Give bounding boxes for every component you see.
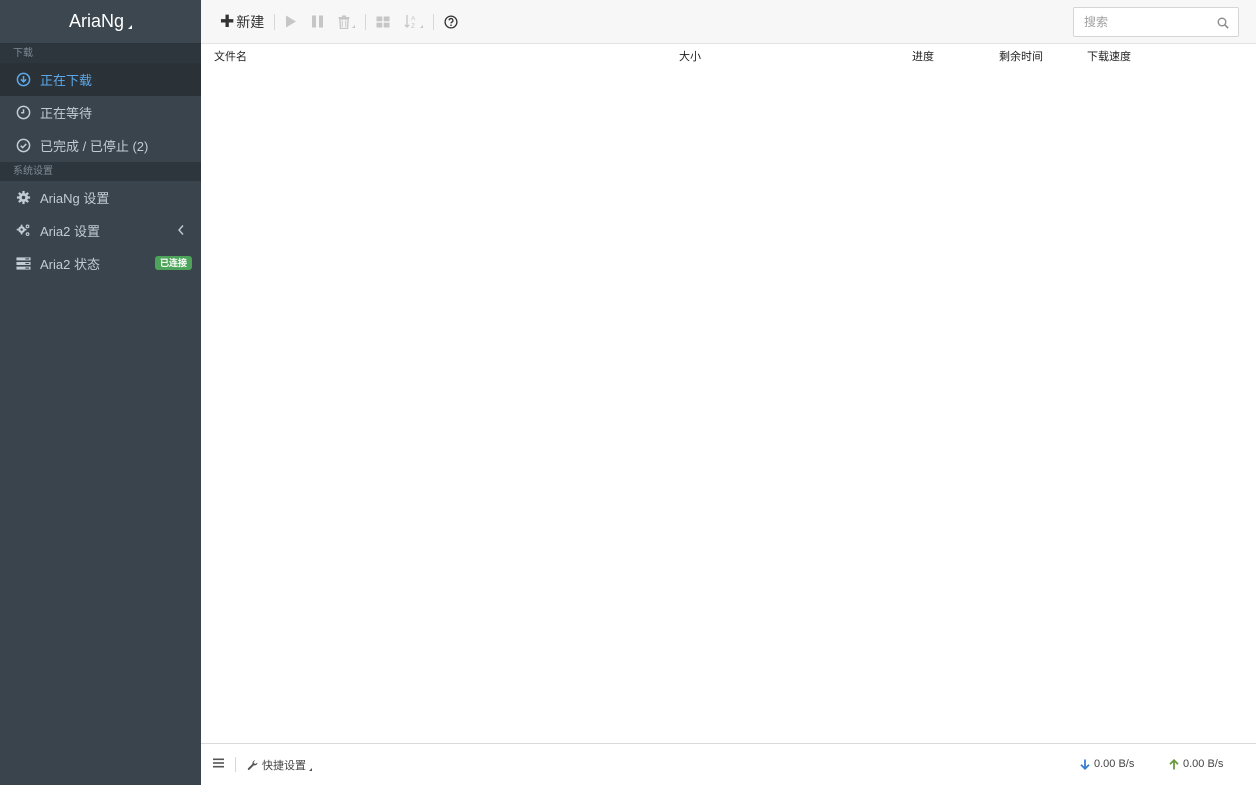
search-input[interactable] [1074,8,1204,36]
sidebar-item-stopped[interactable]: 已完成 / 已停止 (2) [0,129,201,162]
plus-icon: ✚ [220,11,235,31]
toolbar: ✚ 新建 AZ [201,0,1256,44]
download-section-header: 下载 [0,44,201,63]
column-download-speed[interactable]: 下载速度 [1087,48,1131,64]
hamburger-menu-icon[interactable] [213,758,224,771]
clock-icon [15,105,31,121]
sidebar: AriaNg 下载 正在下载 正在等待 已完成 / 已停止 (2) 系统设置 A… [0,0,201,785]
download-speed-indicator: 0.00 B/s [1080,758,1134,770]
trash-icon [338,15,350,29]
pause-icon [312,15,324,28]
wrench-icon [247,759,258,770]
brand-title: AriaNg [68,11,125,31]
task-table-header: 文件名 大小 进度 剩余时间 下载速度 [201,45,1256,65]
toolbar-divider [433,13,435,30]
chevron-left-icon[interactable] [177,224,185,239]
brand-caret-icon [128,24,133,29]
sidebar-item-ariang-settings[interactable]: AriaNg 设置 [0,181,201,214]
sidebar-item-label: 已完成 / 已停止 (2) [40,139,149,154]
column-filename[interactable]: 文件名 [214,48,247,64]
footer-divider [235,757,236,772]
toolbar-divider [365,13,367,30]
sidebar-item-label: AriaNg 设置 [40,191,110,206]
sidebar-item-label: Aria2 设置 [40,224,100,239]
gear-icon [15,190,31,206]
select-all-button[interactable] [369,0,397,44]
sort-button[interactable]: AZ [397,0,430,44]
pause-button[interactable] [304,0,331,44]
quick-settings-button[interactable]: 快捷设置 [247,757,312,773]
arrow-circle-down-icon [15,72,31,88]
download-speed-value: 0.00 B/s [1094,758,1135,770]
sidebar-item-label: 正在等待 [40,106,93,121]
server-icon [15,256,31,272]
sidebar-item-aria2-status[interactable]: Aria2 状态 已连接 [0,247,201,280]
quick-settings-caret-icon [309,768,312,771]
sidebar-item-label: 正在下载 [40,73,93,88]
toolbar-divider [274,13,276,30]
sort-dropdown-caret-icon [420,25,424,28]
quick-settings-label: 快捷设置 [262,760,306,772]
new-task-button[interactable]: ✚ 新建 [213,0,271,44]
column-remaining-time[interactable]: 剩余时间 [999,48,1043,64]
sort-alpha-icon: AZ [404,15,416,29]
settings-section-header: 系统设置 [0,162,201,181]
brand-logo[interactable]: AriaNg [0,0,201,44]
play-icon [286,15,297,28]
sidebar-item-aria2-settings[interactable]: Aria2 设置 [0,214,201,247]
start-button[interactable] [278,0,304,44]
sidebar-item-waiting[interactable]: 正在等待 [0,96,201,129]
column-size[interactable]: 大小 [679,48,701,64]
delete-dropdown-caret-icon [352,25,356,28]
arrow-up-icon [1169,758,1179,769]
svg-text:A: A [411,16,416,23]
upload-speed-value: 0.00 B/s [1183,758,1224,770]
check-circle-icon [15,138,31,154]
question-circle-icon [444,14,458,29]
status-bar: 快捷设置 0.00 B/s 0.00 B/s [201,743,1256,785]
grid-icon [376,16,390,27]
sidebar-item-label: Aria2 状态 [40,257,100,272]
search-field [1073,7,1239,37]
new-task-label: 新建 [236,13,265,30]
gears-icon [15,223,31,239]
delete-button[interactable] [331,0,362,44]
sidebar-item-downloading[interactable]: 正在下载 [0,63,201,96]
column-progress[interactable]: 进度 [912,48,934,64]
upload-speed-indicator: 0.00 B/s [1169,758,1223,770]
search-icon[interactable] [1217,16,1229,34]
svg-text:Z: Z [411,23,415,29]
help-button[interactable] [437,0,465,44]
arrow-down-icon [1080,759,1090,770]
status-badge: 已连接 [154,256,192,270]
